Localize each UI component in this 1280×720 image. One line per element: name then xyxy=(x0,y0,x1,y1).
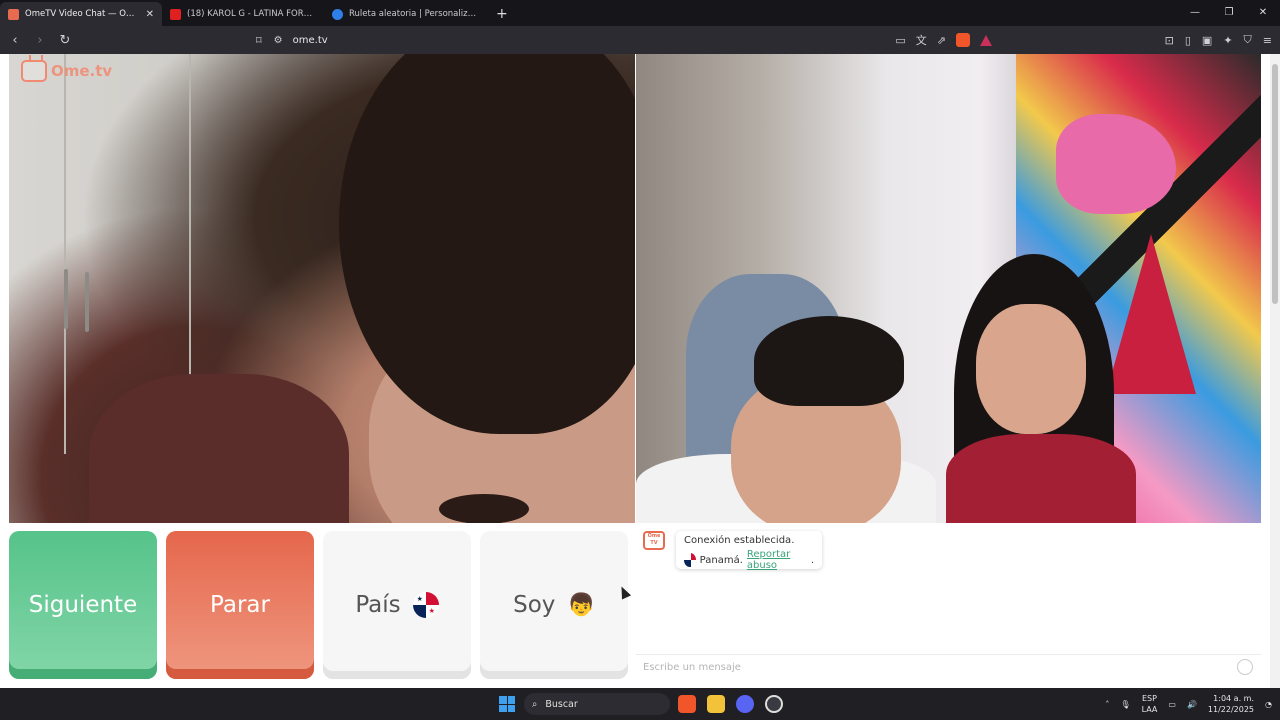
browser-toolbar-right: ⊡ ▯ ▣ ✦ ⛉ ≡ xyxy=(1165,26,1272,54)
boy-emoji-icon: 👦 xyxy=(567,592,595,618)
search-label: Buscar xyxy=(545,698,578,710)
logo-text: Ome.tv xyxy=(51,62,113,80)
share-icon[interactable]: ⇗ xyxy=(937,34,946,47)
tab-ometv[interactable]: OmeTV Video Chat — Omeg ✕ xyxy=(0,2,162,26)
vpn-icon[interactable]: ⛉ xyxy=(1244,33,1252,47)
brave-shields-icon[interactable] xyxy=(956,33,970,47)
browser-tab-bar: OmeTV Video Chat — Omeg ✕ (18) KAROL G -… xyxy=(0,0,1280,26)
clock-date: 11/22/2025 xyxy=(1207,705,1255,714)
local-video: Ome.tv xyxy=(9,54,635,523)
windows-taskbar: ⌕ Buscar ˄ 🎙 ESP LAA ▭ 🔊 1:04 a. m. 11/2… xyxy=(0,688,1280,720)
gender-button[interactable]: Soy 👦 xyxy=(480,531,628,679)
country-name: Panamá. xyxy=(699,554,743,566)
man-hair xyxy=(754,316,904,406)
forward-arrow-icon[interactable]: › xyxy=(30,33,50,48)
clock[interactable]: 1:04 a. m. 11/22/2025 xyxy=(1208,693,1254,715)
tab-ruleta[interactable]: Ruleta aleatoria | Personaliza y gira tu xyxy=(324,2,486,26)
next-button[interactable]: Siguiente xyxy=(9,531,157,679)
leo-ai-icon[interactable]: ✦ xyxy=(1223,34,1232,47)
address-toolbar: ‹ › ↻ ⌑ ⚙ ome.tv ▭ 文 ⇗ ⊡ ▯ ▣ ✦ ⛉ ≡ xyxy=(0,26,1280,54)
scrollbar-thumb[interactable] xyxy=(1272,64,1278,304)
screenshot-icon[interactable]: ⊡ xyxy=(1165,34,1174,47)
wardrobe-handle xyxy=(85,272,89,332)
reload-icon[interactable]: ↻ xyxy=(55,33,75,48)
file-explorer-icon[interactable] xyxy=(707,695,725,713)
close-window-button[interactable]: ✕ xyxy=(1246,0,1280,26)
woman-top xyxy=(946,434,1136,523)
message-input-placeholder: Escribe un mensaje xyxy=(643,662,741,673)
tab-label: Ruleta aleatoria | Personaliza y gira tu xyxy=(349,9,478,19)
connection-message: Conexión establecida. xyxy=(684,535,795,546)
ometv-favicon-icon xyxy=(8,8,19,20)
microphone-icon[interactable]: 🎙 xyxy=(1120,700,1130,709)
cast-icon[interactable]: ▭ xyxy=(895,34,905,47)
report-suffix: . xyxy=(810,554,814,566)
translate-icon[interactable]: 文 xyxy=(916,32,927,48)
tab-label: (18) KAROL G - LATINA FOREVA (OFI xyxy=(187,9,316,19)
tab-close-icon[interactable]: ✕ xyxy=(146,9,154,20)
new-tab-button[interactable]: + xyxy=(486,2,518,26)
chat-panel: Ome TV Conexión establecida. Panamá. Rep… xyxy=(636,524,1261,680)
minimize-button[interactable]: — xyxy=(1178,0,1212,26)
ometv-chat-logo-icon: Ome TV xyxy=(643,531,665,550)
url-bar[interactable]: ⌑ ⚙ ome.tv ▭ 文 ⇗ xyxy=(256,29,1000,51)
ometv-logo[interactable]: Ome.tv xyxy=(21,60,112,82)
tab-youtube[interactable]: (18) KAROL G - LATINA FOREVA (OFI xyxy=(162,2,324,26)
site-info-icon[interactable]: ⚙ xyxy=(274,35,283,46)
discord-icon[interactable] xyxy=(736,695,754,713)
page-scrollbar[interactable] xyxy=(1270,54,1280,688)
emoji-icon[interactable] xyxy=(1237,659,1253,675)
language-code: ESP xyxy=(1141,694,1157,703)
app-icon[interactable] xyxy=(765,695,783,713)
language-region: LAA xyxy=(1141,705,1158,714)
stop-button-label: Parar xyxy=(210,592,270,618)
menu-icon[interactable]: ≡ xyxy=(1263,34,1272,47)
system-message-bubble: Conexión establecida. Panamá. Reportar a… xyxy=(676,531,822,571)
url-bar-actions: ▭ 文 ⇗ xyxy=(895,29,992,51)
wardrobe-handle xyxy=(64,269,68,329)
wallet-icon[interactable]: ▣ xyxy=(1202,34,1212,47)
window-controls: — ❐ ✕ xyxy=(1178,0,1280,26)
eye-shape xyxy=(439,494,529,523)
chevron-up-icon[interactable]: ˄ xyxy=(1105,700,1109,709)
brave-rewards-icon[interactable] xyxy=(980,34,992,46)
restore-button[interactable]: ❐ xyxy=(1212,0,1246,26)
panama-flag-icon: ★ ★ xyxy=(412,592,439,618)
remote-video xyxy=(636,54,1261,523)
clock-time: 1:04 a. m. xyxy=(1213,694,1255,703)
panama-flag-icon xyxy=(684,553,696,567)
taskbar-search[interactable]: ⌕ Buscar xyxy=(524,693,670,715)
back-arrow-icon[interactable]: ‹ xyxy=(5,33,25,48)
windows-start-icon[interactable] xyxy=(499,696,515,712)
bookmark-icon[interactable]: ⌑ xyxy=(256,34,262,47)
youtube-favicon-icon xyxy=(170,8,181,20)
search-icon: ⌕ xyxy=(532,698,538,710)
country-button-label: País xyxy=(355,592,401,618)
gender-button-label: Soy xyxy=(513,592,556,618)
next-button-label: Siguiente xyxy=(28,592,138,618)
ometv-page: Ome.tv Siguiente Parar País ★ ★ Soy 👦 Ome… xyxy=(0,54,1280,688)
language-indicator[interactable]: ESP LAA xyxy=(1142,693,1158,715)
brave-browser-icon[interactable] xyxy=(678,695,696,713)
message-input[interactable]: Escribe un mensaje xyxy=(636,654,1261,680)
sidebar-icon[interactable]: ▯ xyxy=(1185,34,1191,47)
tab-label: OmeTV Video Chat — Omeg xyxy=(25,9,140,19)
volume-icon[interactable]: 🔊 xyxy=(1187,700,1197,709)
wardrobe-edge xyxy=(64,54,66,454)
woman-face xyxy=(976,304,1086,434)
network-icon[interactable]: ▭ xyxy=(1168,700,1176,709)
country-button[interactable]: País ★ ★ xyxy=(323,531,471,679)
tv-logo-icon xyxy=(21,60,47,82)
wheel-favicon-icon xyxy=(332,8,343,20)
system-tray: ˄ 🎙 ESP LAA ▭ 🔊 1:04 a. m. 11/22/2025 ◔ xyxy=(1105,688,1272,720)
notifications-icon[interactable]: ◔ xyxy=(1265,700,1272,709)
stop-button[interactable]: Parar xyxy=(166,531,314,679)
url-text[interactable]: ome.tv xyxy=(293,35,328,46)
report-abuse-link[interactable]: Reportar abuso xyxy=(747,549,811,571)
chair-shape xyxy=(89,374,349,523)
